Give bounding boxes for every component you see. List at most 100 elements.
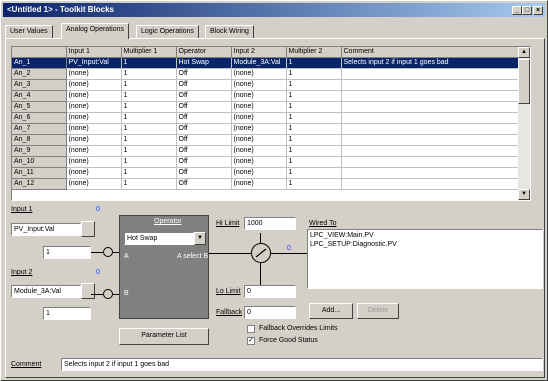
table-row[interactable]: An_12 (none) 1 Off (none) 1 [12,178,520,190]
cell-row-name[interactable]: An_10 [12,156,67,168]
cell-row-name[interactable]: An_7 [12,123,67,135]
cell-comment[interactable] [341,178,520,190]
cell-multiplier1[interactable]: 1 [121,145,177,157]
cell-input1[interactable]: PV_Input:Val [66,57,122,69]
cell-row-name[interactable]: An_11 [12,167,67,179]
close-button[interactable]: × [533,6,543,15]
cell-row-name[interactable]: An_2 [12,68,67,80]
cell-input2[interactable]: (none) [231,123,287,135]
table-row[interactable]: An_1 PV_Input:Val 1 Hot Swap Module_3A:Val 1 S… [12,57,520,69]
cell-row-name[interactable]: An_1 [12,57,67,69]
cell-input1[interactable]: (none) [66,90,122,102]
cell-multiplier2[interactable]: 1 [286,123,342,135]
cell-input2[interactable]: (none) [231,101,287,113]
cell-operator[interactable]: Off [176,68,232,80]
column-header-multiplier1[interactable]: Multiplier 1 [121,47,177,58]
input1-multiplier-field[interactable]: 1 [43,246,91,259]
table-row[interactable]: An_3 (none) 1 Off (none) 1 [12,79,520,91]
cell-multiplier2[interactable]: 1 [286,145,342,157]
table-row[interactable]: An_4 (none) 1 Off (none) 1 [12,90,520,102]
cell-multiplier2[interactable]: 1 [286,68,342,80]
cell-input2[interactable]: (none) [231,156,287,168]
cell-operator[interactable]: Hot Swap [176,57,232,69]
cell-comment[interactable] [341,90,520,102]
chevron-down-icon[interactable]: ▼ [194,232,206,245]
table-row[interactable]: An_9 (none) 1 Off (none) 1 [12,145,520,157]
cell-operator[interactable]: Off [176,112,232,124]
table-row[interactable]: An_6 (none) 1 Off (none) 1 [12,112,520,124]
cell-multiplier2[interactable]: 1 [286,167,342,179]
cell-multiplier1[interactable]: 1 [121,167,177,179]
scroll-up-icon[interactable]: ▲ [518,47,530,58]
tab-block-wiring[interactable]: Block Wiring [205,25,254,38]
input2-browse-button[interactable] [81,283,95,299]
cell-input1[interactable]: (none) [66,134,122,146]
cell-multiplier2[interactable]: 1 [286,112,342,124]
cell-multiplier1[interactable]: 1 [121,57,177,69]
comment-field[interactable]: Selects input 2 if input 1 goes bad [61,358,543,371]
scroll-down-icon[interactable]: ▼ [518,189,530,200]
minimize-button[interactable]: _ [512,6,522,15]
cell-input2[interactable]: (none) [231,178,287,190]
cell-multiplier1[interactable]: 1 [121,123,177,135]
hi-limit-field[interactable]: 1000 [244,217,296,230]
cell-comment[interactable] [341,156,520,168]
cell-input1[interactable]: (none) [66,145,122,157]
cell-operator[interactable]: Off [176,167,232,179]
cell-input1[interactable]: (none) [66,68,122,80]
cell-operator[interactable]: Off [176,134,232,146]
cell-operator[interactable]: Off [176,90,232,102]
scroll-thumb[interactable] [518,59,530,104]
maximize-button[interactable]: □ [522,6,532,15]
input2-multiplier-field[interactable]: 1 [43,307,91,320]
cell-row-name[interactable]: An_12 [12,178,67,190]
wired-to-list[interactable]: LPC_VIEW:Main.PV LPC_SETUP:Diagnostic.PV [307,229,543,289]
tab-analog-operations[interactable]: Analog Operations [61,23,129,39]
cell-multiplier1[interactable]: 1 [121,178,177,190]
delete-button[interactable]: Delete [357,303,399,319]
cell-input1[interactable]: (none) [66,178,122,190]
cell-input1[interactable]: (none) [66,101,122,113]
cell-comment[interactable] [341,112,520,124]
cell-row-name[interactable]: An_9 [12,145,67,157]
cell-input1[interactable]: (none) [66,79,122,91]
cell-comment[interactable] [341,79,520,91]
cell-input2[interactable]: (none) [231,167,287,179]
table-row[interactable]: An_8 (none) 1 Off (none) 1 [12,134,520,146]
cell-operator[interactable]: Off [176,123,232,135]
cell-input2[interactable]: (none) [231,68,287,80]
cell-multiplier1[interactable]: 1 [121,156,177,168]
cell-multiplier2[interactable]: 1 [286,156,342,168]
cell-operator[interactable]: Off [176,156,232,168]
table-row[interactable]: An_10 (none) 1 Off (none) 1 [12,156,520,168]
input1-browse-button[interactable] [81,221,95,237]
cell-multiplier1[interactable]: 1 [121,68,177,80]
cell-multiplier2[interactable]: 1 [286,79,342,91]
cell-input1[interactable]: (none) [66,156,122,168]
table-row[interactable]: An_2 (none) 1 Off (none) 1 [12,68,520,80]
cell-comment[interactable] [341,123,520,135]
wired-to-item[interactable]: LPC_SETUP:Diagnostic.PV [310,240,540,249]
grid-vertical-scrollbar[interactable]: ▲ ▼ [518,47,530,200]
table-row[interactable]: An_5 (none) 1 Off (none) 1 [12,101,520,113]
cell-input2[interactable]: (none) [231,90,287,102]
table-row[interactable]: An_11 (none) 1 Off (none) 1 [12,167,520,179]
cell-multiplier2[interactable]: 1 [286,178,342,190]
cell-row-name[interactable]: An_8 [12,134,67,146]
cell-input1[interactable]: (none) [66,123,122,135]
table-row[interactable]: An_7 (none) 1 Off (none) 1 [12,123,520,135]
operator-select[interactable]: Hot Swap [124,232,194,245]
cell-comment[interactable]: Selects input 2 if input 1 goes bad [341,57,520,69]
cell-input2[interactable]: (none) [231,134,287,146]
cell-multiplier1[interactable]: 1 [121,134,177,146]
cell-input1[interactable]: (none) [66,167,122,179]
column-header-comment[interactable]: Comment [341,47,520,58]
cell-operator[interactable]: Off [176,79,232,91]
input1-field[interactable]: PV_Input:Val [11,223,81,236]
cell-multiplier1[interactable]: 1 [121,101,177,113]
column-header-input2[interactable]: Input 2 [231,47,287,58]
cell-multiplier2[interactable]: 1 [286,57,342,69]
lo-limit-field[interactable]: 0 [244,285,296,298]
column-header-multiplier2[interactable]: Multiplier 2 [286,47,342,58]
cell-comment[interactable] [341,145,520,157]
